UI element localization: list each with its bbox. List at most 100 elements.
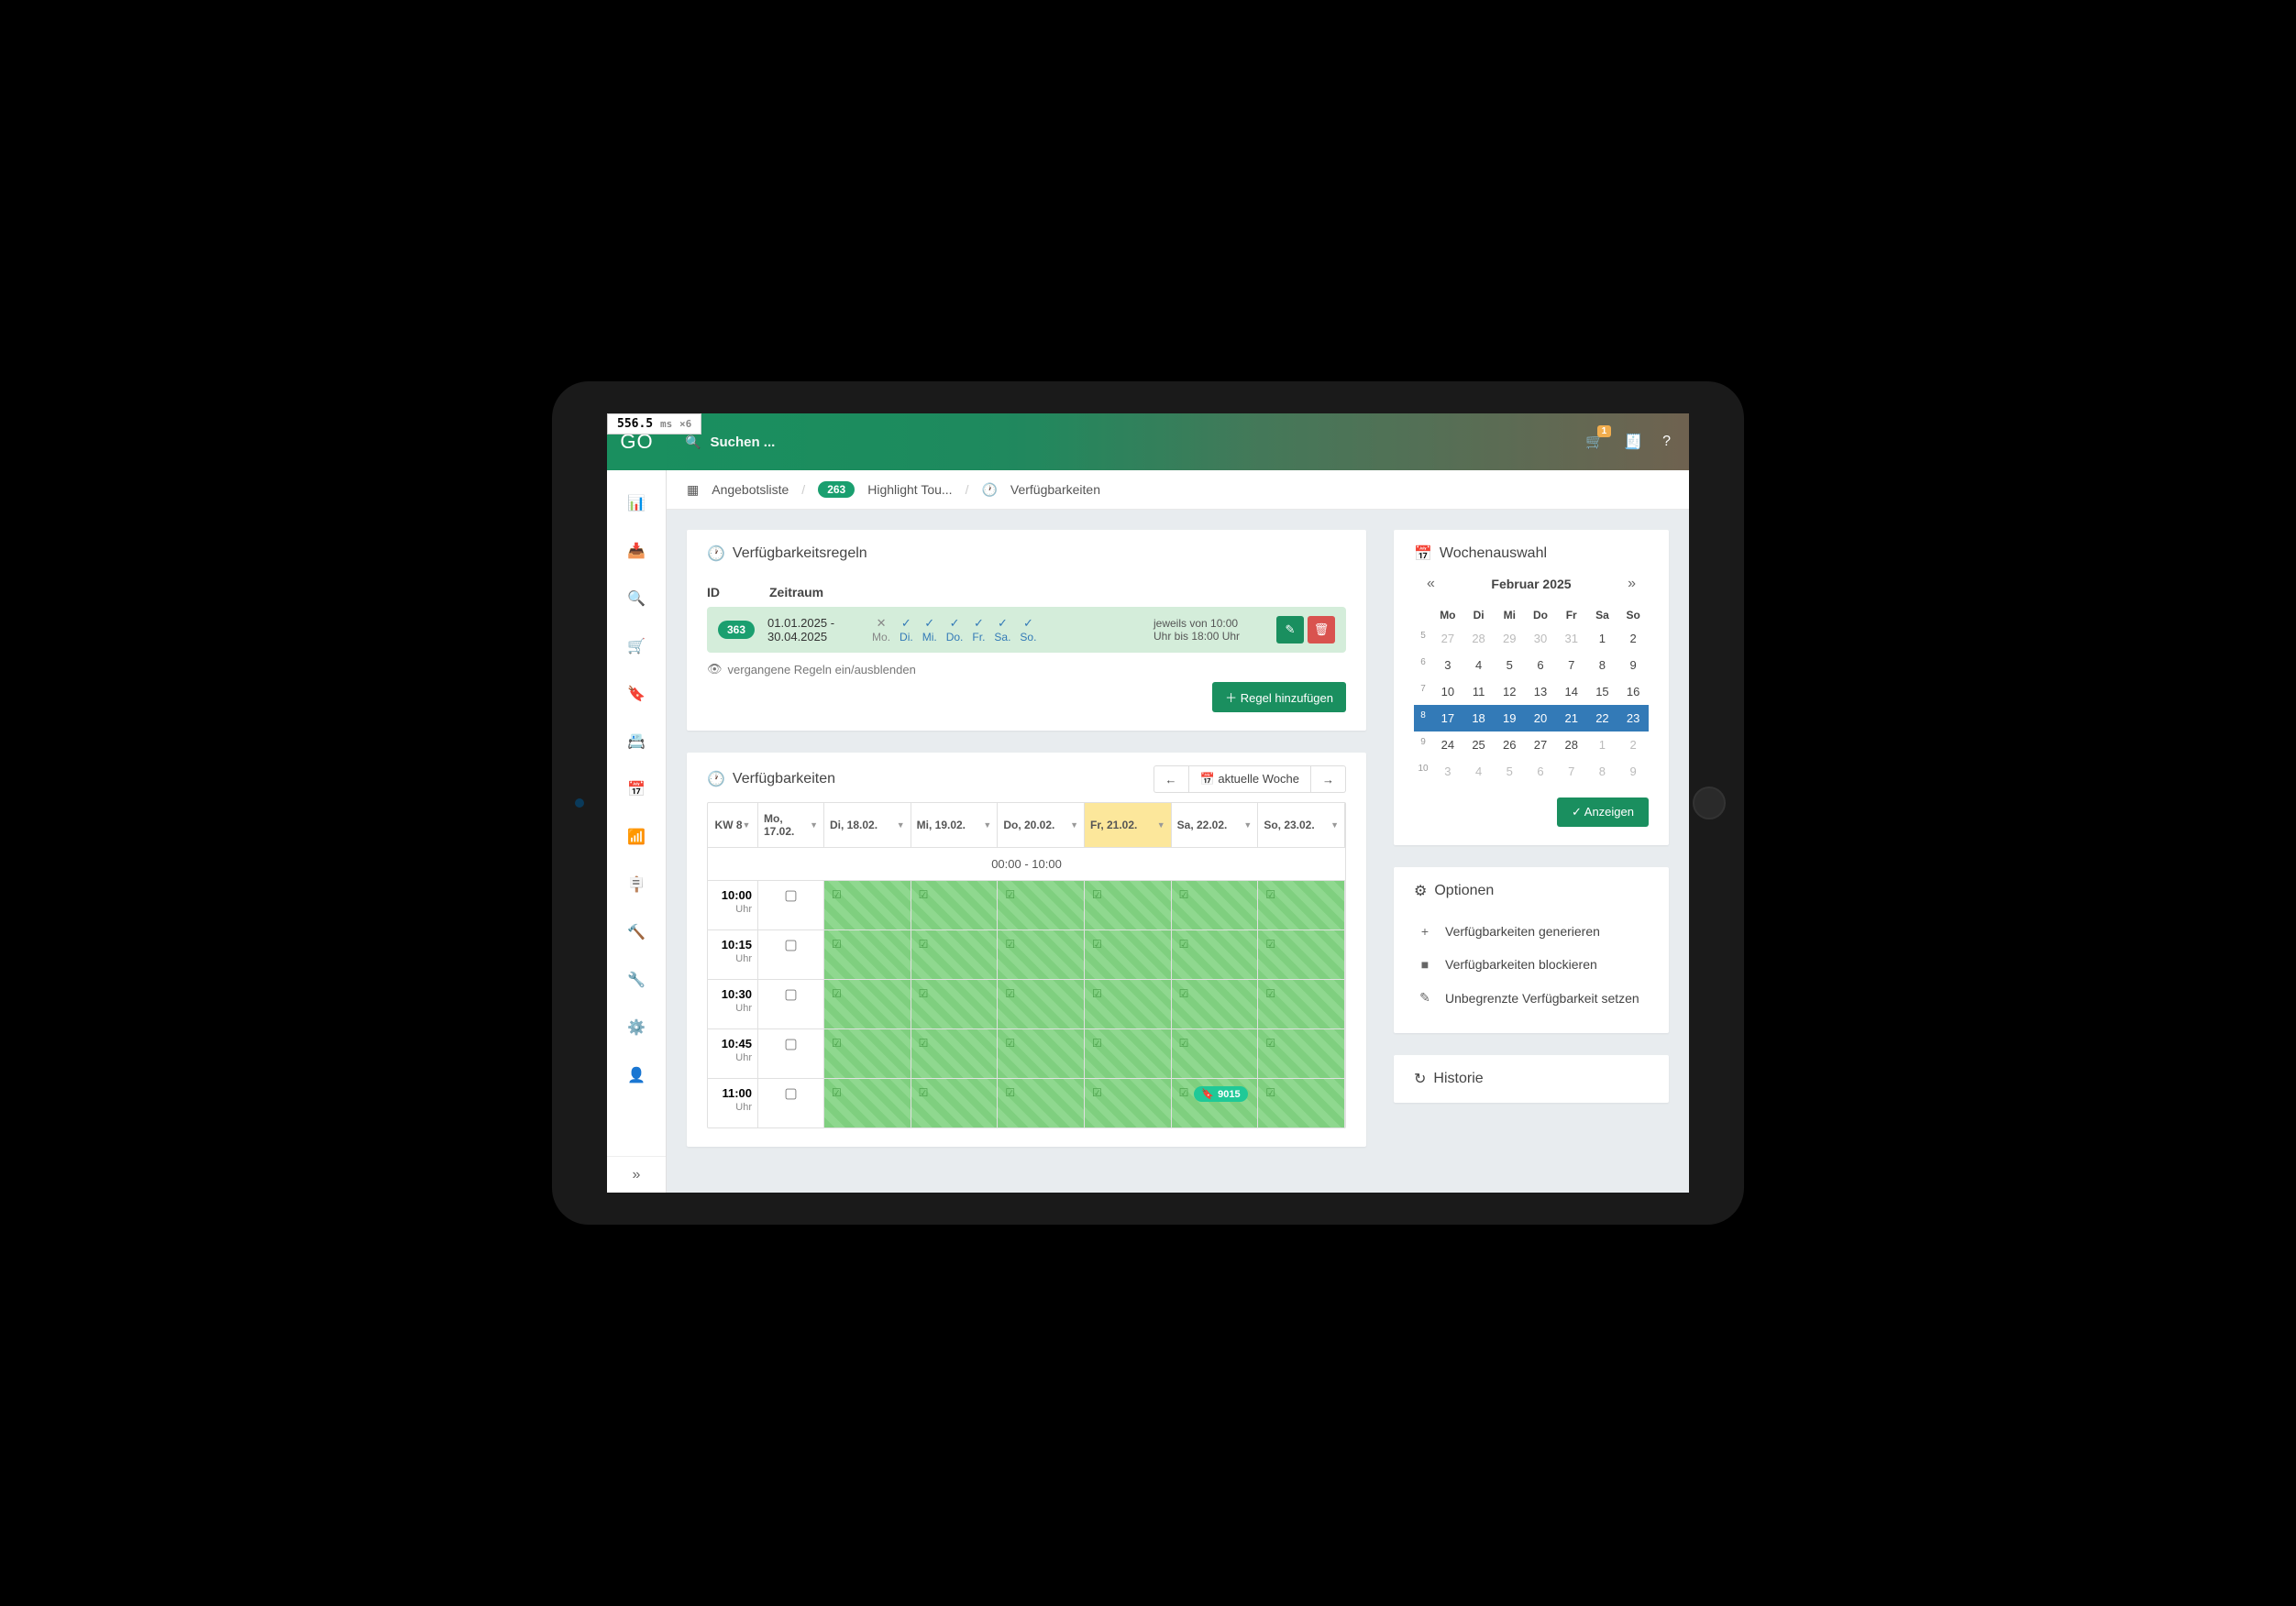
calendar-day[interactable]: 27 xyxy=(1525,732,1556,758)
day-header-cell[interactable]: Di, 18.02.▼ xyxy=(824,803,911,847)
calendar-day[interactable]: 7 xyxy=(1556,652,1587,678)
calendar-day[interactable]: 1 xyxy=(1587,625,1618,652)
calendar-week-row[interactable]: 817181920212223 xyxy=(1414,705,1649,732)
day-header-cell[interactable]: So, 23.02.▼ xyxy=(1258,803,1345,847)
calendar-day[interactable]: 23 xyxy=(1617,705,1649,732)
sidebar-signpost[interactable]: 🪧 xyxy=(607,861,666,908)
slot-cell[interactable]: ☑ xyxy=(1258,1028,1345,1078)
calendar-day[interactable]: 3 xyxy=(1432,758,1463,785)
slot-cell[interactable]: ☑ xyxy=(911,880,999,930)
calendar-day[interactable]: 11 xyxy=(1463,678,1495,705)
calendar-day[interactable]: 4 xyxy=(1463,758,1495,785)
sidebar-search[interactable]: 🔍 xyxy=(607,575,666,622)
sidebar-auction[interactable]: 🔨 xyxy=(607,908,666,956)
sidebar-bookmark[interactable]: 🔖 xyxy=(607,670,666,718)
slot-cell[interactable]: ☑ xyxy=(1172,979,1259,1028)
slot-cell[interactable]: ☑ xyxy=(1258,979,1345,1028)
slot-cell[interactable]: ☑ xyxy=(1172,930,1259,979)
calendar-day[interactable]: 2 xyxy=(1617,732,1649,758)
slot-cell[interactable]: ☑ xyxy=(998,979,1085,1028)
slot-cell[interactable]: ☑ xyxy=(998,930,1085,979)
row-checkbox[interactable] xyxy=(786,940,797,952)
calendar-day[interactable]: 5 xyxy=(1494,758,1525,785)
content-scroll[interactable]: 🕐 Verfügbarkeitsregeln ID Zeitraum xyxy=(667,510,1689,1193)
calendar-day[interactable]: 13 xyxy=(1525,678,1556,705)
day-header-cell[interactable]: Sa, 22.02.▼ xyxy=(1172,803,1259,847)
booking-tag[interactable]: 🔖9015 xyxy=(1194,1086,1247,1102)
calendar-day[interactable]: 8 xyxy=(1587,758,1618,785)
option-item[interactable]: ✎Unbegrenzte Verfügbarkeit setzen xyxy=(1414,981,1649,1015)
slot-cell[interactable]: ☑ xyxy=(1085,1078,1172,1128)
toggle-past-rules[interactable]: 👁 vergangene Regeln ein/ausblenden xyxy=(707,662,1346,676)
slot-cell[interactable]: ☑ xyxy=(1258,880,1345,930)
day-header-cell[interactable]: Do, 20.02.▼ xyxy=(998,803,1085,847)
slot-cell[interactable]: ☑ xyxy=(911,1028,999,1078)
option-item[interactable]: ■Verfügbarkeiten blockieren xyxy=(1414,948,1649,981)
row-checkbox[interactable] xyxy=(786,1089,797,1100)
slot-cell[interactable]: ☑ xyxy=(998,1078,1085,1128)
slot-cell[interactable]: ☑ xyxy=(824,1078,911,1128)
prev-month-button[interactable]: « xyxy=(1419,572,1442,596)
calendar-day[interactable]: 28 xyxy=(1463,625,1495,652)
slot-cell[interactable]: ☑🔖9015 xyxy=(1172,1078,1259,1128)
slot-cell[interactable]: ☑ xyxy=(824,880,911,930)
slot-cell[interactable]: ☑ xyxy=(911,979,999,1028)
calendar-day[interactable]: 27 xyxy=(1432,625,1463,652)
prev-week-button[interactable]: ← xyxy=(1154,765,1188,793)
sidebar-calendar[interactable]: 📅 xyxy=(607,765,666,813)
calendar-day[interactable]: 31 xyxy=(1556,625,1587,652)
day-header-cell[interactable]: Mo, 17.02.▼ xyxy=(758,803,824,847)
day-header-cell[interactable]: Fr, 21.02.▼ xyxy=(1085,803,1172,847)
calendar-day[interactable]: 6 xyxy=(1525,758,1556,785)
calendar-day[interactable]: 22 xyxy=(1587,705,1618,732)
calendar-day[interactable]: 24 xyxy=(1432,732,1463,758)
calendar-day[interactable]: 9 xyxy=(1617,652,1649,678)
calendar-day[interactable]: 3 xyxy=(1432,652,1463,678)
edit-rule-button[interactable]: ✎ xyxy=(1276,616,1304,644)
sidebar-settings[interactable]: ⚙️ xyxy=(607,1004,666,1051)
calendar-day[interactable]: 6 xyxy=(1525,652,1556,678)
calendar-day[interactable]: 7 xyxy=(1556,758,1587,785)
slot-cell[interactable]: ☑ xyxy=(824,979,911,1028)
show-button[interactable]: ✓ Anzeigen xyxy=(1557,798,1649,827)
delete-rule-button[interactable]: 🗑 xyxy=(1308,616,1335,644)
slot-cell[interactable]: ☑ xyxy=(911,1078,999,1128)
cart-button[interactable]: 🛒 1 xyxy=(1585,433,1604,451)
day-header-cell[interactable]: Mi, 19.02.▼ xyxy=(911,803,999,847)
slot-cell[interactable]: ☑ xyxy=(1258,1078,1345,1128)
slot-cell[interactable]: ☑ xyxy=(1085,979,1172,1028)
option-item[interactable]: +Verfügbarkeiten generieren xyxy=(1414,915,1649,948)
tablet-home-button[interactable] xyxy=(1693,786,1726,820)
search-area[interactable]: 🔍 Suchen ... xyxy=(685,434,1585,450)
calendar-day[interactable]: 12 xyxy=(1494,678,1525,705)
slot-cell[interactable]: ☑ xyxy=(824,1028,911,1078)
calendar-week-row[interactable]: 63456789 xyxy=(1414,652,1649,678)
row-checkbox[interactable] xyxy=(786,891,797,902)
calendar-week-row[interactable]: 103456789 xyxy=(1414,758,1649,785)
calendar-day[interactable]: 17 xyxy=(1432,705,1463,732)
row-checkbox[interactable] xyxy=(786,990,797,1001)
next-month-button[interactable]: » xyxy=(1620,572,1643,596)
calendar-day[interactable]: 18 xyxy=(1463,705,1495,732)
slot-cell[interactable]: ☑ xyxy=(998,880,1085,930)
sidebar-inbox[interactable]: 📥 xyxy=(607,527,666,575)
breadcrumb-list[interactable]: Angebotsliste xyxy=(712,482,789,497)
calendar-week-row[interactable]: 9242526272812 xyxy=(1414,732,1649,758)
sidebar-expand[interactable]: » xyxy=(607,1156,666,1193)
slot-cell[interactable]: ☑ xyxy=(1172,880,1259,930)
help-icon[interactable]: ? xyxy=(1662,434,1671,450)
calendar-day[interactable]: 15 xyxy=(1587,678,1618,705)
calendar-day[interactable]: 30 xyxy=(1525,625,1556,652)
add-rule-button[interactable]: ＋ Regel hinzufügen xyxy=(1212,682,1346,712)
sidebar-dashboard[interactable]: 📊 xyxy=(607,479,666,527)
receipt-icon[interactable]: 🧾 xyxy=(1624,433,1642,451)
slot-cell[interactable]: ☑ xyxy=(911,930,999,979)
calendar-day[interactable]: 26 xyxy=(1494,732,1525,758)
calendar-day[interactable]: 19 xyxy=(1494,705,1525,732)
calendar-day[interactable]: 8 xyxy=(1587,652,1618,678)
sidebar-contacts[interactable]: 📇 xyxy=(607,718,666,765)
calendar-day[interactable]: 16 xyxy=(1617,678,1649,705)
calendar-week-row[interactable]: 5272829303112 xyxy=(1414,625,1649,652)
calendar-day[interactable]: 14 xyxy=(1556,678,1587,705)
calendar-week-row[interactable]: 710111213141516 xyxy=(1414,678,1649,705)
